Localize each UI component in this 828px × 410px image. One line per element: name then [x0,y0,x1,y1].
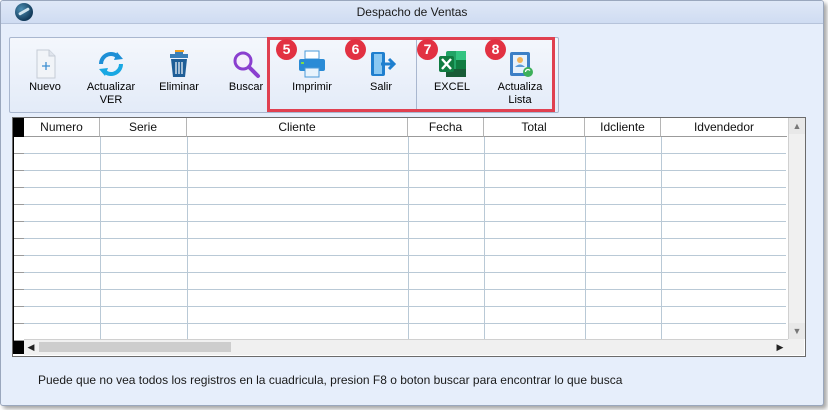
row-selector[interactable] [14,205,24,222]
annotation-badge-5: 5 [276,39,297,60]
scroll-left-icon[interactable]: ◀ [24,340,38,355]
actualizar-ver-button[interactable]: Actualizar VER [78,38,144,110]
row-selector-column[interactable] [13,118,24,354]
imprimir-label: Imprimir [292,81,332,93]
row-selector[interactable] [14,239,24,256]
new-document-icon [36,49,56,79]
excel-icon [439,51,466,77]
annotation-badge-7: 7 [417,39,438,60]
annotation-badge-8: 8 [485,39,506,60]
main-window: Despacho de Ventas Nuevo Actualizar VER [0,0,824,406]
row-selector[interactable] [14,137,24,154]
title-bar: Despacho de Ventas [1,1,823,24]
window-title: Despacho de Ventas [356,5,468,19]
eliminar-button[interactable]: Eliminar [146,38,212,110]
nuevo-label: Nuevo [29,81,61,93]
column-header-idvendedor[interactable]: Idvendedor [661,118,787,137]
buscar-label: Buscar [228,81,264,93]
column-header-serie[interactable]: Serie [100,118,187,137]
row-selector[interactable] [14,307,24,324]
scroll-down-icon[interactable]: ▼ [789,323,805,339]
vertical-scrollbar[interactable]: ▲ ▼ [788,118,805,339]
salir-label: Salir [369,81,392,93]
actualizar-label-line1: Actualizar [86,81,136,93]
grid-row-line [24,272,786,273]
horizontal-scrollbar[interactable]: ◀ ▶ [24,339,788,355]
grid-row-line [24,238,786,239]
search-icon [233,51,260,78]
grid-row-line [24,306,786,307]
column-header-fecha[interactable]: Fecha [408,118,484,137]
excel-label: EXCEL [433,81,471,93]
column-header-cliente[interactable]: Cliente [187,118,408,137]
status-message: Puede que no vea todos los registros en … [38,373,623,387]
grid-row-line [24,323,786,324]
row-selector[interactable] [14,222,24,239]
row-selector[interactable] [14,188,24,205]
nuevo-button[interactable]: Nuevo [12,38,78,110]
exit-icon [371,52,397,76]
grid-row-line [24,255,786,256]
row-selector[interactable] [14,256,24,273]
grid-row-line [24,221,786,222]
column-header-idcliente[interactable]: Idcliente [585,118,661,137]
trash-icon [170,50,188,77]
printer-icon [299,50,325,78]
grid-row-line [24,204,786,205]
update-list-icon [510,52,533,77]
grid-row-line [24,187,786,188]
scrollbar-corner [788,339,804,355]
row-selector[interactable] [14,154,24,171]
row-selector[interactable] [14,171,24,188]
grid-row-line [24,170,786,171]
column-header-numero[interactable]: Numero [24,118,100,137]
buscar-button[interactable]: Buscar [213,38,279,110]
row-selector[interactable] [14,324,24,341]
data-grid[interactable]: Numero Serie Cliente Fecha Total Idclien… [12,117,806,357]
actualiza-label-line2: Lista [508,94,532,106]
annotation-badge-6: 6 [345,39,366,60]
eliminar-label: Eliminar [159,81,199,93]
row-selector[interactable] [14,273,24,290]
row-selector[interactable] [14,290,24,307]
column-header-total[interactable]: Total [484,118,585,137]
scroll-up-icon[interactable]: ▲ [789,118,805,134]
grid-row-line [24,153,786,154]
refresh-icon [99,52,123,76]
actualizar-ver-label: Actualizar VER [78,81,144,107]
horizontal-scroll-thumb[interactable] [39,342,231,352]
actualizar-label-line2: VER [99,94,123,106]
scroll-right-icon[interactable]: ▶ [773,340,787,355]
grid-row-line [24,289,786,290]
actualiza-lista-label: Actualiza Lista [487,81,553,107]
actualiza-label-line1: Actualiza [497,81,543,93]
